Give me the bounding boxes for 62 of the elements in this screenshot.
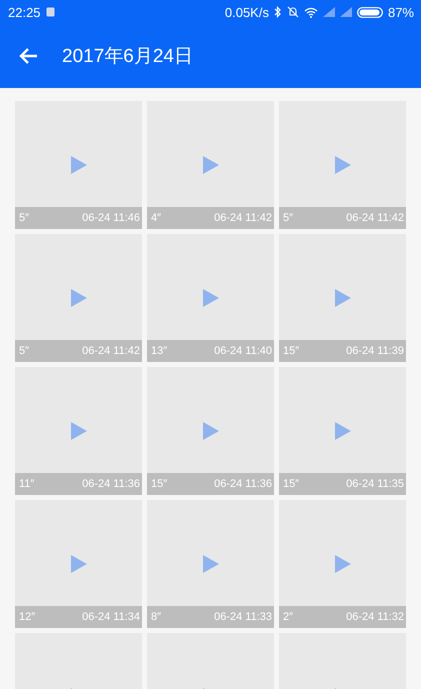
play-icon: [335, 156, 351, 174]
network-speed: 0.05K/s: [224, 4, 269, 20]
video-timestamp: 06-24 11:36: [214, 478, 272, 490]
video-timestamp: 06-24 11:35: [346, 478, 404, 490]
play-icon: [335, 289, 351, 307]
battery-percent: 87%: [388, 4, 414, 20]
video-thumbnail[interactable]: 13″ 06-24 11:40: [147, 234, 274, 362]
video-duration: 2″: [283, 611, 294, 623]
video-thumbnail[interactable]: 15″ 06-24 11:39: [279, 234, 406, 362]
screen-title: 2017年6月24日: [62, 45, 193, 69]
video-duration: 11″: [19, 478, 34, 490]
play-icon: [71, 422, 87, 440]
video-duration: 5″: [283, 212, 294, 224]
video-duration: 15″: [283, 345, 300, 357]
video-thumbnail[interactable]: [279, 633, 406, 689]
video-timestamp: 06-24 11:42: [82, 345, 140, 357]
battery-icon: [356, 6, 383, 18]
video-thumbnail[interactable]: 15″ 06-24 11:35: [279, 367, 406, 495]
video-duration: 8″: [151, 611, 162, 623]
video-timestamp: 06-24 11:33: [214, 611, 272, 623]
video-thumbnail[interactable]: 4″ 06-24 11:42: [147, 101, 274, 229]
video-thumbnail[interactable]: 15″ 06-24 11:36: [147, 367, 274, 495]
signal-icon: [322, 7, 335, 17]
video-thumbnail[interactable]: [147, 633, 274, 689]
muted-bell-icon: [286, 6, 299, 18]
play-icon: [203, 422, 219, 440]
wifi-icon: [304, 6, 318, 18]
play-icon: [71, 289, 87, 307]
video-duration: 4″: [151, 212, 162, 224]
video-duration: 15″: [283, 478, 300, 490]
video-thumbnail[interactable]: 8″ 06-24 11:33: [147, 500, 274, 628]
play-icon: [71, 156, 87, 174]
status-time: 22:25: [8, 4, 41, 20]
video-timestamp: 06-24 11:42: [346, 212, 404, 224]
video-thumbnail[interactable]: 5″ 06-24 11:46: [15, 101, 142, 229]
video-duration: 13″: [151, 345, 168, 357]
notification-icon: [46, 7, 55, 17]
video-duration: 5″: [19, 345, 30, 357]
video-thumbnail[interactable]: 2″ 06-24 11:32: [279, 500, 406, 628]
video-thumbnail[interactable]: [15, 633, 142, 689]
play-icon: [335, 555, 351, 573]
play-icon: [71, 555, 87, 573]
video-timestamp: 06-24 11:36: [82, 478, 140, 490]
video-timestamp: 06-24 11:34: [82, 611, 140, 623]
video-duration: 5″: [19, 212, 30, 224]
video-thumbnail[interactable]: 12″ 06-24 11:34: [15, 500, 142, 628]
video-duration: 12″: [19, 611, 36, 623]
play-icon: [203, 289, 219, 307]
video-timestamp: 06-24 11:39: [346, 345, 404, 357]
signal-icon: [340, 7, 352, 17]
play-icon: [335, 422, 351, 440]
play-icon: [203, 555, 219, 573]
bluetooth-icon: [274, 6, 282, 18]
video-timestamp: 06-24 11:46: [82, 212, 140, 224]
video-timestamp: 06-24 11:32: [346, 611, 404, 623]
play-icon: [203, 156, 219, 174]
video-thumbnail[interactable]: 5″ 06-24 11:42: [15, 234, 142, 362]
video-timestamp: 06-24 11:40: [214, 345, 272, 357]
video-thumbnail[interactable]: 5″ 06-24 11:42: [279, 101, 406, 229]
video-thumbnail[interactable]: 11″ 06-24 11:36: [15, 367, 142, 495]
video-duration: 15″: [151, 478, 168, 490]
video-timestamp: 06-24 11:42: [214, 212, 272, 224]
